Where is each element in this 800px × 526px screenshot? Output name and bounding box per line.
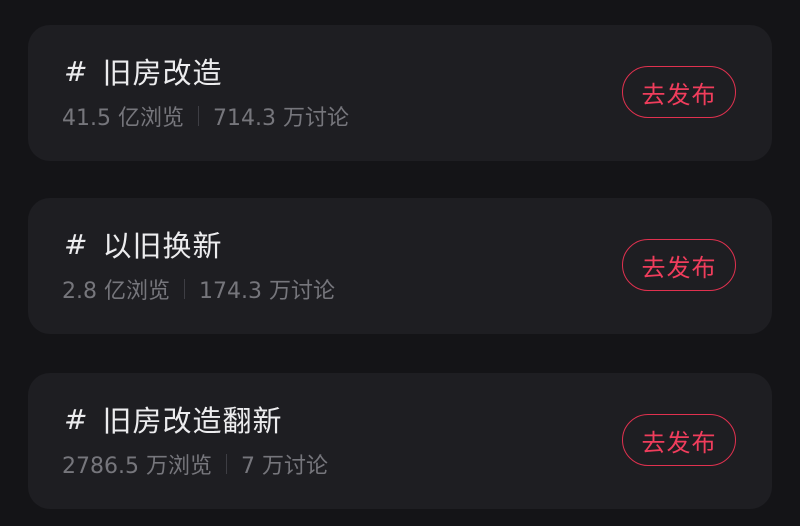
publish-button[interactable]: 去发布 — [622, 66, 736, 118]
topic-name: 旧房改造 — [102, 56, 223, 90]
topic-list: # 旧房改造 41.5 亿浏览 714.3 万讨论 去发布 # 以旧换新 2.8… — [0, 0, 800, 526]
topic-card[interactable]: # 旧房改造翻新 2786.5 万浏览 7 万讨论 去发布 — [28, 373, 772, 509]
view-count: 2.8 亿浏览 — [62, 279, 170, 304]
topic-card[interactable]: # 旧房改造 41.5 亿浏览 714.3 万讨论 去发布 — [28, 25, 772, 161]
discussion-count: 174.3 万讨论 — [198, 279, 335, 304]
topic-stats: 2.8 亿浏览 174.3 万讨论 — [62, 273, 335, 305]
view-count: 2786.5 万浏览 — [62, 454, 212, 479]
topic-title: # 以旧换新 — [64, 224, 222, 264]
hashtag-icon: # — [64, 227, 89, 261]
stats-divider — [225, 454, 227, 474]
topic-title: # 旧房改造 — [64, 51, 222, 91]
discussion-count: 714.3 万讨论 — [212, 106, 349, 131]
view-count: 41.5 亿浏览 — [62, 106, 184, 131]
topic-title: # 旧房改造翻新 — [64, 399, 282, 439]
stats-divider — [183, 279, 185, 299]
discussion-count: 7 万讨论 — [240, 454, 328, 479]
publish-button[interactable]: 去发布 — [622, 239, 736, 291]
topic-name: 以旧换新 — [102, 229, 223, 263]
topic-stats: 2786.5 万浏览 7 万讨论 — [62, 448, 328, 480]
topic-stats: 41.5 亿浏览 714.3 万讨论 — [62, 100, 349, 132]
hashtag-icon: # — [64, 402, 89, 436]
hashtag-icon: # — [64, 54, 89, 88]
publish-button[interactable]: 去发布 — [622, 414, 736, 466]
topic-card[interactable]: # 以旧换新 2.8 亿浏览 174.3 万讨论 去发布 — [28, 198, 772, 334]
topic-name: 旧房改造翻新 — [102, 404, 283, 438]
stats-divider — [197, 106, 199, 126]
